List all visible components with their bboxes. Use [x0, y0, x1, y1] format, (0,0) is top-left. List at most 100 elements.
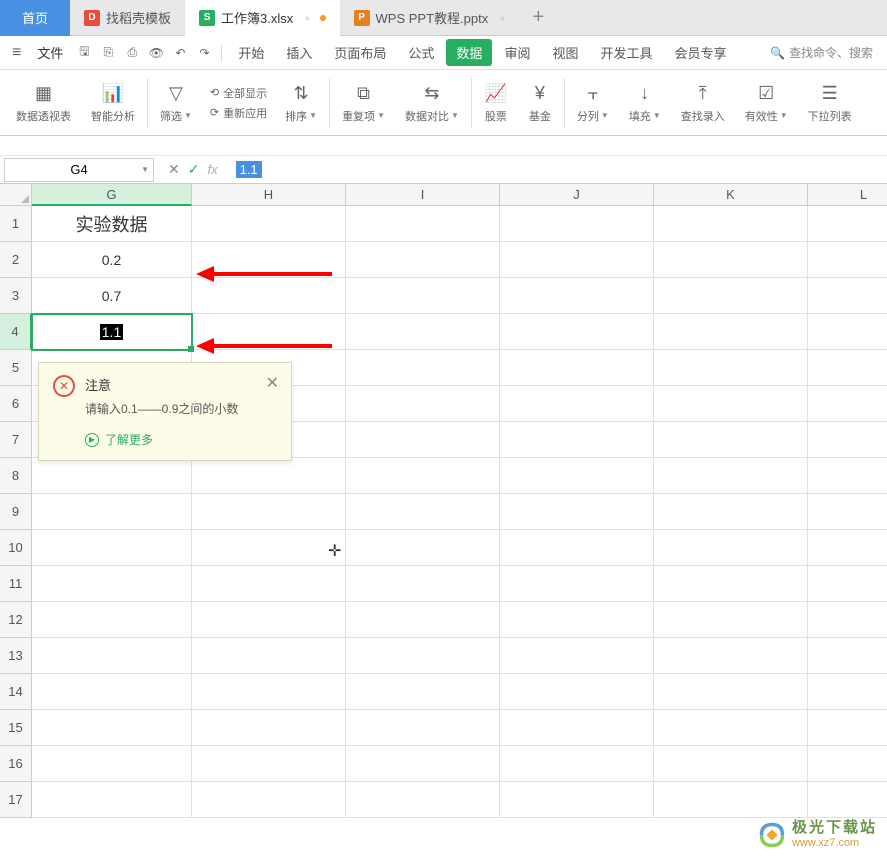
cell-H15[interactable]: [192, 710, 346, 746]
row-header-3[interactable]: 3: [0, 278, 32, 314]
cell-G12[interactable]: [32, 602, 192, 638]
hamburger-icon[interactable]: ≡: [6, 44, 27, 62]
cell-K1[interactable]: [654, 206, 808, 242]
cell-L11[interactable]: [808, 566, 887, 602]
cell-G2[interactable]: 0.2: [32, 242, 192, 278]
column-header-I[interactable]: I: [346, 184, 500, 206]
cell-K2[interactable]: [654, 242, 808, 278]
cell-L3[interactable]: [808, 278, 887, 314]
undo-icon[interactable]: ↶: [169, 42, 191, 64]
menu-member[interactable]: 会员专享: [664, 36, 736, 70]
row-header-4[interactable]: 4: [0, 314, 32, 350]
cell-L16[interactable]: [808, 746, 887, 782]
cell-H13[interactable]: [192, 638, 346, 674]
cell-L15[interactable]: [808, 710, 887, 746]
confirm-button[interactable]: ✓: [188, 161, 200, 178]
ribbon-stock[interactable]: 📈 股票: [474, 70, 518, 136]
cell-I7[interactable]: [346, 422, 500, 458]
cell-I6[interactable]: [346, 386, 500, 422]
row-header-13[interactable]: 13: [0, 638, 32, 674]
cell-G13[interactable]: [32, 638, 192, 674]
menu-dev-tools[interactable]: 开发工具: [590, 36, 662, 70]
menu-data[interactable]: 数据: [446, 39, 492, 66]
column-header-G[interactable]: G: [32, 184, 192, 206]
cell-L17[interactable]: [808, 782, 887, 818]
menu-page-layout[interactable]: 页面布局: [324, 36, 396, 70]
menu-view[interactable]: 视图: [542, 36, 588, 70]
cell-H1[interactable]: [192, 206, 346, 242]
cell-K8[interactable]: [654, 458, 808, 494]
column-header-K[interactable]: K: [654, 184, 808, 206]
cell-L14[interactable]: [808, 674, 887, 710]
menu-insert[interactable]: 插入: [276, 36, 322, 70]
cell-K5[interactable]: [654, 350, 808, 386]
row-header-1[interactable]: 1: [0, 206, 32, 242]
cell-G11[interactable]: [32, 566, 192, 602]
select-all-corner[interactable]: [0, 184, 32, 206]
cell-K12[interactable]: [654, 602, 808, 638]
cell-H9[interactable]: [192, 494, 346, 530]
cell-G9[interactable]: [32, 494, 192, 530]
cell-K11[interactable]: [654, 566, 808, 602]
cell-I12[interactable]: [346, 602, 500, 638]
row-header-11[interactable]: 11: [0, 566, 32, 602]
menu-formula[interactable]: 公式: [398, 36, 444, 70]
redo-icon[interactable]: ↷: [193, 42, 215, 64]
cell-G15[interactable]: [32, 710, 192, 746]
row-header-6[interactable]: 6: [0, 386, 32, 422]
cell-L10[interactable]: [808, 530, 887, 566]
ribbon-data-compare[interactable]: ⇆ 数据对比▼: [395, 70, 469, 136]
cell-H10[interactable]: [192, 530, 346, 566]
cell-H14[interactable]: [192, 674, 346, 710]
fill-handle[interactable]: [188, 346, 194, 352]
fx-icon[interactable]: fx: [207, 162, 217, 177]
row-header-8[interactable]: 8: [0, 458, 32, 494]
cell-I2[interactable]: [346, 242, 500, 278]
cell-J10[interactable]: [500, 530, 654, 566]
cell-J16[interactable]: [500, 746, 654, 782]
cell-G10[interactable]: [32, 530, 192, 566]
popup-learn-more-link[interactable]: ▶ 了解更多: [85, 431, 277, 448]
column-header-L[interactable]: L: [808, 184, 887, 206]
row-header-17[interactable]: 17: [0, 782, 32, 818]
cell-J2[interactable]: [500, 242, 654, 278]
preview-icon[interactable]: 👁: [145, 42, 167, 64]
cell-J3[interactable]: [500, 278, 654, 314]
cell-J4[interactable]: [500, 314, 654, 350]
row-header-15[interactable]: 15: [0, 710, 32, 746]
row-header-12[interactable]: 12: [0, 602, 32, 638]
cell-J6[interactable]: [500, 386, 654, 422]
cell-L1[interactable]: [808, 206, 887, 242]
cancel-button[interactable]: ✕: [168, 161, 180, 178]
row-header-10[interactable]: 10: [0, 530, 32, 566]
save-as-icon[interactable]: ⎘: [97, 42, 119, 64]
tab-ppt[interactable]: P WPS PPT教程.pptx ▫: [340, 0, 519, 36]
cell-I16[interactable]: [346, 746, 500, 782]
cell-L5[interactable]: [808, 350, 887, 386]
cell-J8[interactable]: [500, 458, 654, 494]
ribbon-show-all[interactable]: ⟲全部显示: [210, 85, 267, 101]
cell-G8[interactable]: [32, 458, 192, 494]
name-box[interactable]: G4 ▼: [4, 158, 154, 182]
cell-I17[interactable]: [346, 782, 500, 818]
menu-review[interactable]: 审阅: [494, 36, 540, 70]
cell-K3[interactable]: [654, 278, 808, 314]
row-header-14[interactable]: 14: [0, 674, 32, 710]
cell-J15[interactable]: [500, 710, 654, 746]
cell-L9[interactable]: [808, 494, 887, 530]
cell-K9[interactable]: [654, 494, 808, 530]
row-header-16[interactable]: 16: [0, 746, 32, 782]
cell-L13[interactable]: [808, 638, 887, 674]
cell-G3[interactable]: 0.7: [32, 278, 192, 314]
search-box[interactable]: 🔍 查找命令、搜索: [762, 44, 881, 61]
cell-L12[interactable]: [808, 602, 887, 638]
cell-H11[interactable]: [192, 566, 346, 602]
cell-I14[interactable]: [346, 674, 500, 710]
ribbon-reapply[interactable]: ⟳重新应用: [210, 105, 267, 121]
ribbon-fund[interactable]: ¥ 基金: [518, 70, 562, 136]
menu-start[interactable]: 开始: [228, 36, 274, 70]
cell-K14[interactable]: [654, 674, 808, 710]
tab-workbook[interactable]: S 工作簿3.xlsx ▫: [185, 0, 340, 36]
cell-I8[interactable]: [346, 458, 500, 494]
cell-L2[interactable]: [808, 242, 887, 278]
